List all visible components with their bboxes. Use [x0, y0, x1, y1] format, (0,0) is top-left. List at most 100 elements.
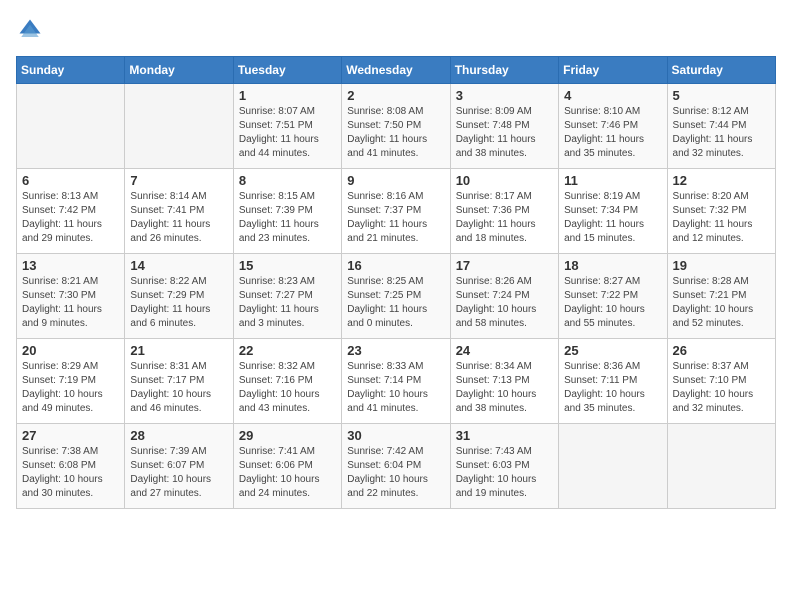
day-number: 30 — [347, 428, 444, 443]
calendar-day-cell: 21 Sunrise: 8:31 AM Sunset: 7:17 PM Dayli… — [125, 339, 233, 424]
day-number: 5 — [673, 88, 770, 103]
day-detail: Sunrise: 8:17 AM Sunset: 7:36 PM Dayligh… — [456, 190, 553, 246]
day-number: 8 — [239, 173, 336, 188]
calendar-day-cell: 7 Sunrise: 8:14 AM Sunset: 7:41 PM Daylig… — [125, 169, 233, 254]
calendar-day-cell: 23Sunrise: 8:33 AM Sunset: 7:14 PM Dayli… — [342, 339, 450, 424]
day-number: 24 — [456, 343, 553, 358]
calendar-header: SundayMondayTuesdayWednesdayThursdayFrid… — [17, 57, 776, 84]
day-detail: Sunrise: 8:22 AM Sunset: 7:29 PM Dayligh… — [130, 275, 227, 331]
calendar-day-cell: 24 Sunrise: 8:34 AM Sunset: 7:13 PM Dayli… — [450, 339, 558, 424]
calendar-day-cell: 9 Sunrise: 8:16 AM Sunset: 7:37 PM Daylig… — [342, 169, 450, 254]
calendar-day-cell — [125, 84, 233, 169]
day-number: 12 — [673, 173, 770, 188]
calendar-day-cell: 10 Sunrise: 8:17 AM Sunset: 7:36 PM Dayli… — [450, 169, 558, 254]
calendar-day-cell: 19 Sunrise: 8:28 AM Sunset: 7:21 PM Dayli… — [667, 254, 775, 339]
logo — [16, 16, 48, 44]
day-detail: Sunrise: 8:12 AM Sunset: 7:44 PM Dayligh… — [673, 105, 770, 161]
day-number: 25 — [564, 343, 661, 358]
day-detail: Sunrise: 8:36 AM Sunset: 7:11 PM Dayligh… — [564, 360, 661, 416]
calendar-day-cell — [17, 84, 125, 169]
weekday-header-saturday: Saturday — [667, 57, 775, 84]
day-detail: Sunrise: 7:38 AM Sunset: 6:08 PM Dayligh… — [22, 445, 119, 501]
calendar-day-cell: 16 Sunrise: 8:25 AM Sunset: 7:25 PM Dayli… — [342, 254, 450, 339]
day-detail: Sunrise: 8:33 AM Sunset: 7:14 PM Dayligh… — [347, 360, 444, 416]
day-number: 18 — [564, 258, 661, 273]
weekday-header-sunday: Sunday — [17, 57, 125, 84]
calendar-day-cell: 11 Sunrise: 8:19 AM Sunset: 7:34 PM Dayli… — [559, 169, 667, 254]
calendar-week-row: 1Sunrise: 8:07 AM Sunset: 7:51 PM Daylig… — [17, 84, 776, 169]
day-detail: Sunrise: 7:42 AM Sunset: 6:04 PM Dayligh… — [347, 445, 444, 501]
calendar-day-cell: 6Sunrise: 8:13 AM Sunset: 7:42 PM Daylig… — [17, 169, 125, 254]
day-detail: Sunrise: 8:14 AM Sunset: 7:41 PM Dayligh… — [130, 190, 227, 246]
day-detail: Sunrise: 8:15 AM Sunset: 7:39 PM Dayligh… — [239, 190, 336, 246]
calendar-week-row: 13 Sunrise: 8:21 AM Sunset: 7:30 PM Dayli… — [17, 254, 776, 339]
day-number: 26 — [673, 343, 770, 358]
day-detail: Sunrise: 8:08 AM Sunset: 7:50 PM Dayligh… — [347, 105, 444, 161]
day-number: 6 — [22, 173, 119, 188]
day-detail: Sunrise: 7:43 AM Sunset: 6:03 PM Dayligh… — [456, 445, 553, 501]
calendar-day-cell — [667, 424, 775, 509]
calendar-day-cell: 29Sunrise: 7:41 AM Sunset: 6:06 PM Dayli… — [233, 424, 341, 509]
day-number: 20 — [22, 343, 119, 358]
day-number: 22 — [239, 343, 336, 358]
day-detail: Sunrise: 8:09 AM Sunset: 7:48 PM Dayligh… — [456, 105, 553, 161]
calendar-week-row: 6Sunrise: 8:13 AM Sunset: 7:42 PM Daylig… — [17, 169, 776, 254]
day-detail: Sunrise: 8:10 AM Sunset: 7:46 PM Dayligh… — [564, 105, 661, 161]
day-detail: Sunrise: 8:32 AM Sunset: 7:16 PM Dayligh… — [239, 360, 336, 416]
day-detail: Sunrise: 8:16 AM Sunset: 7:37 PM Dayligh… — [347, 190, 444, 246]
day-detail: Sunrise: 8:07 AM Sunset: 7:51 PM Dayligh… — [239, 105, 336, 161]
day-number: 3 — [456, 88, 553, 103]
day-number: 28 — [130, 428, 227, 443]
day-detail: Sunrise: 8:23 AM Sunset: 7:27 PM Dayligh… — [239, 275, 336, 331]
weekday-header-wednesday: Wednesday — [342, 57, 450, 84]
calendar-day-cell: 26 Sunrise: 8:37 AM Sunset: 7:10 PM Dayli… — [667, 339, 775, 424]
calendar-day-cell: 4 Sunrise: 8:10 AM Sunset: 7:46 PM Daylig… — [559, 84, 667, 169]
day-detail: Sunrise: 8:31 AM Sunset: 7:17 PM Dayligh… — [130, 360, 227, 416]
calendar-week-row: 20Sunrise: 8:29 AM Sunset: 7:19 PM Dayli… — [17, 339, 776, 424]
calendar-day-cell: 3 Sunrise: 8:09 AM Sunset: 7:48 PM Daylig… — [450, 84, 558, 169]
day-detail: Sunrise: 8:27 AM Sunset: 7:22 PM Dayligh… — [564, 275, 661, 331]
day-number: 9 — [347, 173, 444, 188]
day-number: 11 — [564, 173, 661, 188]
calendar-day-cell: 12 Sunrise: 8:20 AM Sunset: 7:32 PM Dayli… — [667, 169, 775, 254]
day-detail: Sunrise: 8:25 AM Sunset: 7:25 PM Dayligh… — [347, 275, 444, 331]
day-detail: Sunrise: 8:21 AM Sunset: 7:30 PM Dayligh… — [22, 275, 119, 331]
day-number: 19 — [673, 258, 770, 273]
calendar-day-cell: 20Sunrise: 8:29 AM Sunset: 7:19 PM Dayli… — [17, 339, 125, 424]
day-number: 14 — [130, 258, 227, 273]
day-number: 21 — [130, 343, 227, 358]
day-detail: Sunrise: 8:28 AM Sunset: 7:21 PM Dayligh… — [673, 275, 770, 331]
calendar-day-cell: 17Sunrise: 8:26 AM Sunset: 7:24 PM Dayli… — [450, 254, 558, 339]
day-number: 17 — [456, 258, 553, 273]
day-detail: Sunrise: 8:34 AM Sunset: 7:13 PM Dayligh… — [456, 360, 553, 416]
logo-icon — [16, 16, 44, 44]
calendar-day-cell: 31 Sunrise: 7:43 AM Sunset: 6:03 PM Dayli… — [450, 424, 558, 509]
calendar-day-cell: 13 Sunrise: 8:21 AM Sunset: 7:30 PM Dayli… — [17, 254, 125, 339]
day-detail: Sunrise: 8:37 AM Sunset: 7:10 PM Dayligh… — [673, 360, 770, 416]
weekday-header-row: SundayMondayTuesdayWednesdayThursdayFrid… — [17, 57, 776, 84]
day-detail: Sunrise: 7:39 AM Sunset: 6:07 PM Dayligh… — [130, 445, 227, 501]
day-number: 31 — [456, 428, 553, 443]
weekday-header-thursday: Thursday — [450, 57, 558, 84]
day-number: 27 — [22, 428, 119, 443]
calendar-day-cell: 2 Sunrise: 8:08 AM Sunset: 7:50 PM Daylig… — [342, 84, 450, 169]
day-number: 4 — [564, 88, 661, 103]
calendar-day-cell: 14 Sunrise: 8:22 AM Sunset: 7:29 PM Dayli… — [125, 254, 233, 339]
calendar-day-cell: 15 Sunrise: 8:23 AM Sunset: 7:27 PM Dayli… — [233, 254, 341, 339]
day-number: 10 — [456, 173, 553, 188]
calendar-day-cell: 8 Sunrise: 8:15 AM Sunset: 7:39 PM Daylig… — [233, 169, 341, 254]
calendar-day-cell: 1Sunrise: 8:07 AM Sunset: 7:51 PM Daylig… — [233, 84, 341, 169]
day-number: 13 — [22, 258, 119, 273]
calendar-day-cell: 30 Sunrise: 7:42 AM Sunset: 6:04 PM Dayli… — [342, 424, 450, 509]
day-detail: Sunrise: 8:20 AM Sunset: 7:32 PM Dayligh… — [673, 190, 770, 246]
day-detail: Sunrise: 8:19 AM Sunset: 7:34 PM Dayligh… — [564, 190, 661, 246]
day-number: 15 — [239, 258, 336, 273]
day-number: 2 — [347, 88, 444, 103]
calendar-day-cell: 25 Sunrise: 8:36 AM Sunset: 7:11 PM Dayli… — [559, 339, 667, 424]
page-header — [16, 16, 776, 44]
calendar-body: 1Sunrise: 8:07 AM Sunset: 7:51 PM Daylig… — [17, 84, 776, 509]
day-number: 7 — [130, 173, 227, 188]
day-number: 16 — [347, 258, 444, 273]
calendar-day-cell — [559, 424, 667, 509]
day-number: 29 — [239, 428, 336, 443]
